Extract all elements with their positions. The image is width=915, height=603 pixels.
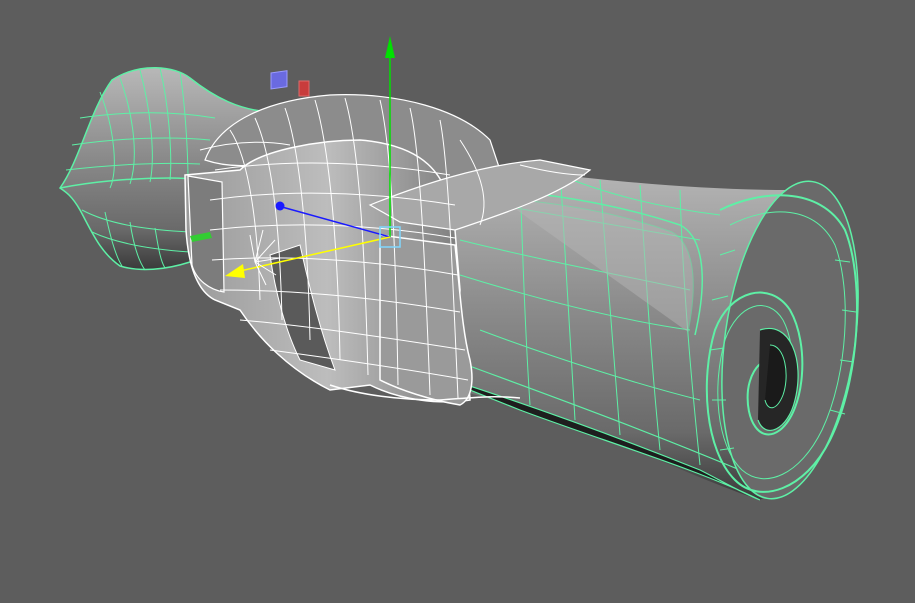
- blue-plane-handle[interactable]: [270, 70, 288, 90]
- move-y-arrow-icon[interactable]: [385, 36, 395, 58]
- 3d-viewport[interactable]: [0, 0, 915, 603]
- viewport-canvas[interactable]: [0, 0, 915, 603]
- move-x-arrow-icon[interactable]: [275, 201, 285, 211]
- red-plane-handle[interactable]: [298, 80, 310, 97]
